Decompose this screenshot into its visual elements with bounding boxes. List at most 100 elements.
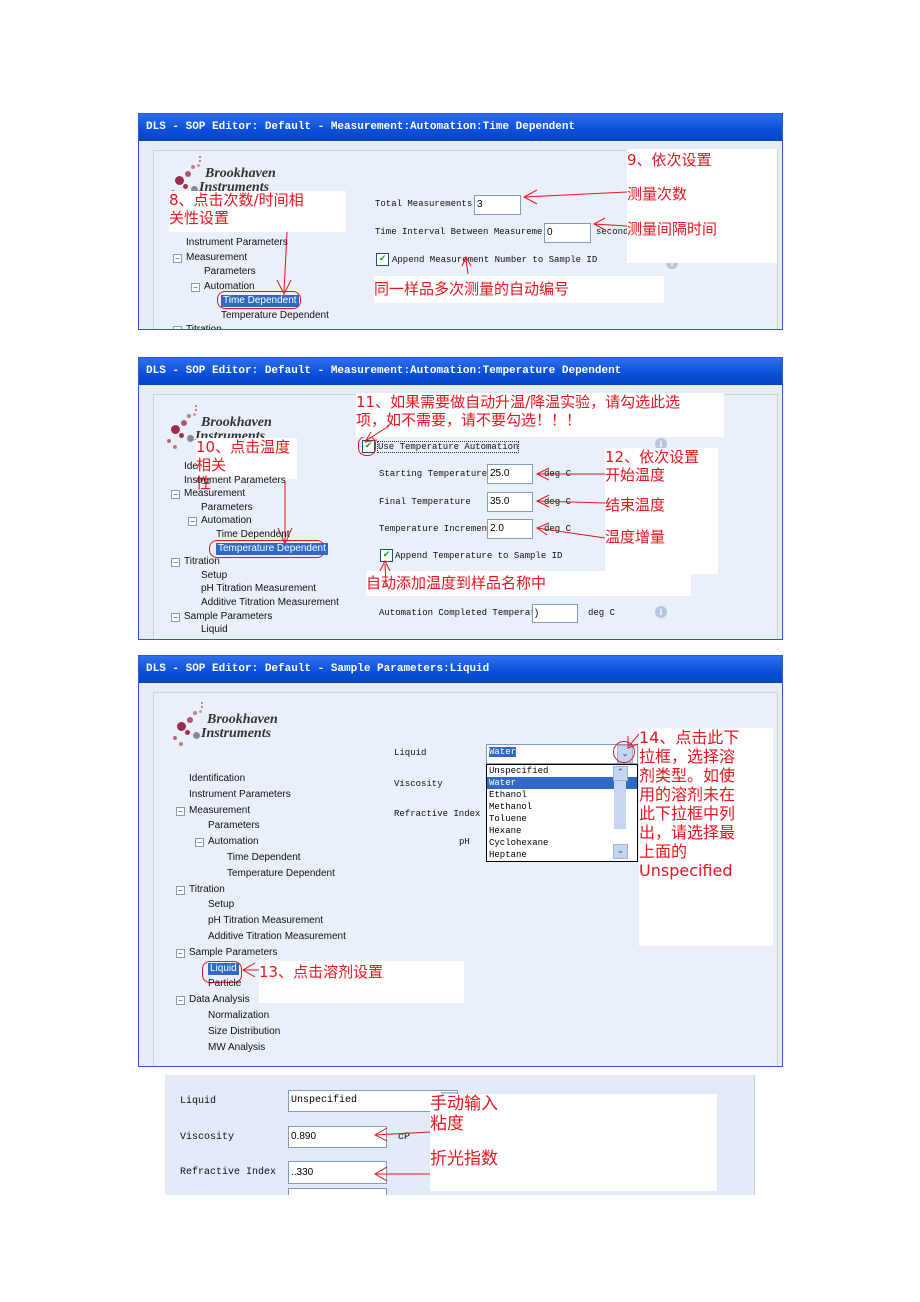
liquid-parameters-manual-entry: Liquid Unspecified ⌄ Viscosity 0.890 cP … — [165, 1075, 755, 1195]
tree-item-particle[interactable]: Particle — [208, 978, 241, 990]
tree-item-liquid[interactable]: Liquid — [208, 962, 239, 975]
logo-dot — [193, 732, 200, 739]
sop-editor-window-temperature-dependent: DLS - SOP Editor: Default - Measurement:… — [138, 357, 783, 640]
tree-item-ph-titration-measurement[interactable]: pH Titration Measurement — [208, 915, 323, 927]
tree-item-normalization[interactable]: Normalization — [208, 1010, 269, 1022]
viscosity-label: Viscosity — [394, 779, 443, 789]
tree-item-size-distribution[interactable]: Size Distribution — [208, 1026, 280, 1038]
tree-item-temperature-dependent[interactable]: Temperature Dependent — [227, 868, 335, 880]
tree-item-measurement[interactable]: Measurement — [184, 488, 245, 500]
total-measurements-input[interactable]: 3 — [474, 195, 521, 215]
scroll-down-button[interactable]: ⌄ — [613, 844, 628, 859]
tree-item-sample-parameters[interactable]: Sample Parameters — [189, 947, 277, 959]
tree-item-identification[interactable]: Identification — [189, 773, 245, 785]
starting-temperature-unit: deg C — [544, 469, 572, 479]
info-icon[interactable]: i — [655, 606, 667, 618]
tree-expander-icon[interactable]: − — [188, 517, 197, 527]
tree-expander-icon[interactable]: − — [171, 490, 180, 500]
logo-dot — [177, 722, 186, 731]
logo-dot — [171, 425, 180, 434]
tree-item-mw-analysis[interactable]: MW Analysis — [208, 1042, 265, 1054]
append-temperature-checkbox[interactable]: ✔ — [380, 549, 393, 562]
tree-expander-icon[interactable]: − — [173, 326, 182, 329]
automation-completed-input[interactable]: ) — [532, 604, 578, 623]
scrollbar-track[interactable] — [614, 781, 626, 829]
time-interval-label: Time Interval Between Measureme — [375, 227, 543, 237]
liquid-label: Liquid — [180, 1096, 217, 1107]
tree-item-parameters[interactable]: Parameters — [208, 820, 260, 832]
logo-dot — [187, 717, 193, 723]
tree-item-additive-titration-measurement[interactable]: Additive Titration Measurement — [201, 597, 339, 609]
tree-expander-icon[interactable]: − — [176, 948, 185, 958]
total-measurements-label: Total Measurements — [375, 199, 473, 209]
tree-item-time-dependent[interactable]: Time Dependent — [216, 529, 290, 541]
viscosity-unit: cP — [398, 1132, 411, 1143]
tree-item-automation[interactable]: Automation — [204, 281, 255, 293]
highlight-circle — [613, 741, 635, 763]
time-interval-input[interactable]: 0 — [544, 223, 591, 243]
tree-expander-icon[interactable]: − — [171, 612, 180, 622]
tree-item-measurement[interactable]: Measurement — [186, 252, 247, 264]
tree-item-liquid[interactable]: Liquid — [201, 624, 228, 636]
temperature-increment-input[interactable]: 2.0 — [487, 519, 533, 539]
tree-expander-icon[interactable]: − — [171, 558, 180, 568]
tree-expander-icon[interactable]: − — [176, 885, 185, 895]
tree-item-data-analysis[interactable]: Data Analysis — [189, 994, 250, 1006]
window-title: DLS - SOP Editor: Default - Measurement:… — [139, 114, 782, 141]
tree-item-measurement[interactable]: Measurement — [189, 805, 250, 817]
tree-item-sample-parameters[interactable]: Sample Parameters — [184, 611, 272, 623]
tree-item-instrument-parameters[interactable]: Instrument Parameters — [186, 237, 288, 249]
logo-dot — [201, 706, 203, 708]
tree-item-temperature-dependent[interactable]: Temperature Dependent — [221, 310, 329, 322]
tree-item-parameters[interactable]: Parameters — [201, 502, 253, 514]
logo-dot — [185, 730, 190, 735]
sop-editor-window-liquid: DLS - SOP Editor: Default - Sample Param… — [138, 655, 783, 1067]
highlight-circle — [358, 436, 376, 456]
tree-expander-icon[interactable]: − — [191, 282, 200, 292]
logo-dot — [199, 156, 201, 158]
temperature-increment-unit: deg C — [544, 524, 572, 534]
tree-item-ide[interactable]: Ide — [184, 461, 198, 473]
logo-dot — [187, 414, 191, 418]
refractive-index-input[interactable]: ..330 — [288, 1161, 387, 1184]
logo-dot — [175, 176, 184, 185]
tree-item-temperature-dependent[interactable]: Temperature Dependent — [216, 542, 328, 555]
tree-item-additive-titration-measurement[interactable]: Additive Titration Measurement — [208, 931, 346, 943]
tree-expander-icon[interactable]: − — [195, 838, 204, 848]
annotation-12: 12、依次设置 开始温度 结束温度 温度增量 — [605, 448, 718, 574]
scroll-up-button[interactable]: ⌃ — [613, 766, 628, 781]
final-temperature-input[interactable]: 35.0 — [487, 492, 533, 512]
tree-item-setup[interactable]: Setup — [208, 899, 234, 911]
tree-item-time-dependent[interactable]: Time Dependent — [227, 852, 301, 864]
annotation-manual-viscosity: 手动输入 粘度 折光指数 — [430, 1094, 717, 1191]
automation-completed-label: Automation Completed Temperature — [379, 608, 552, 618]
viscosity-label: Viscosity — [180, 1132, 235, 1143]
tree-item-instrument-parameters[interactable]: Instrument Parameters — [184, 475, 286, 487]
viscosity-input[interactable]: 0.890 — [288, 1126, 387, 1148]
logo-dot — [193, 413, 196, 416]
tree-item-titration[interactable]: Titration — [184, 556, 220, 568]
annotation-auto-number: 同一样品多次测量的自动编号 — [374, 276, 664, 303]
tree-expander-icon[interactable]: − — [173, 253, 182, 263]
window-title: DLS - SOP Editor: Default - Measurement:… — [139, 358, 782, 385]
logo-dot — [199, 160, 201, 162]
logo-dot — [195, 409, 197, 411]
tree-item-time-dependent[interactable]: Time Dependent — [221, 295, 299, 307]
logo-dot — [191, 165, 195, 169]
tree-item-titration[interactable]: Titration — [189, 884, 225, 896]
tree-item-ph-titration-measurement[interactable]: pH Titration Measurement — [201, 583, 316, 595]
tree-item-parameters[interactable]: Parameters — [204, 266, 256, 278]
tree-item-instrument-parameters[interactable]: Instrument Parameters — [189, 789, 291, 801]
tree-item-setup[interactable]: Setup — [201, 570, 227, 582]
tree-expander-icon[interactable]: − — [176, 806, 185, 816]
ph-input[interactable] — [288, 1188, 387, 1195]
annotation-14: 14、点击此下 拉框，选择溶 剂类型。如使 用的溶剂未在 此下拉框中列 出，请选择最 上面的… — [639, 728, 773, 946]
tree-item-automation[interactable]: Automation — [201, 515, 252, 527]
starting-temperature-input[interactable]: 25.0 — [487, 464, 533, 484]
tree-expander-icon[interactable]: − — [176, 996, 185, 1006]
tree-item-automation[interactable]: Automation — [208, 836, 259, 848]
logo-dot — [173, 736, 177, 740]
tree-item-titration[interactable]: Titration — [186, 324, 222, 329]
append-measurement-checkbox[interactable]: ✔ — [376, 253, 389, 266]
annotation-10: 10、点击温度相关性 — [196, 438, 297, 492]
